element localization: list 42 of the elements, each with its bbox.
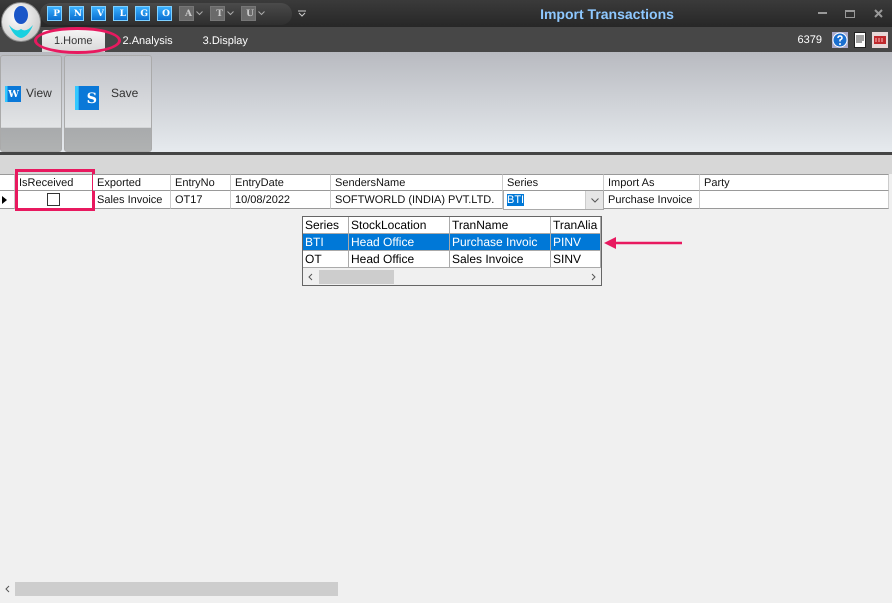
list-column-header: Series: [303, 217, 349, 234]
column-header[interactable]: Exported: [93, 174, 171, 191]
close-icon[interactable]: [874, 9, 882, 18]
row-header: [0, 174, 15, 191]
column-header[interactable]: EntryNo: [171, 174, 231, 191]
window-title: Import Transactions: [539, 6, 675, 22]
document-icon[interactable]: [854, 32, 866, 48]
checkbox[interactable]: [47, 193, 60, 206]
app-logo-icon[interactable]: [1, 2, 41, 42]
caret-icon: [227, 11, 234, 16]
row-pointer-icon: [2, 196, 7, 204]
list-column-header: TranName: [450, 217, 551, 234]
list-column-header: TranAlia: [551, 217, 601, 234]
ribbon-tab[interactable]: 2.Analysis: [110, 30, 185, 52]
help-icon[interactable]: [832, 32, 848, 48]
caret-icon: [258, 11, 265, 16]
column-header[interactable]: Series: [503, 174, 604, 191]
exit-icon[interactable]: [872, 32, 888, 48]
series-combo-field[interactable]: BTI: [503, 190, 604, 210]
caret-icon: [196, 11, 203, 16]
minimize-icon[interactable]: [818, 12, 826, 15]
table-cell: 10/08/2022: [231, 191, 331, 209]
ribbon-tab[interactable]: 3.Display: [190, 30, 260, 52]
table-cell: OT17: [171, 191, 231, 209]
overflow-icon[interactable]: [298, 10, 306, 18]
column-header[interactable]: SendersName: [331, 174, 503, 191]
column-header[interactable]: Import As: [604, 174, 700, 191]
column-header[interactable]: IsReceived: [15, 174, 93, 191]
list-row[interactable]: BTI Head Office Purchase Invoic PINV: [303, 234, 601, 251]
table-cell: Purchase Invoice: [604, 191, 700, 209]
ribbon-button[interactable]: S Save: [64, 55, 152, 152]
table-cell: Sales Invoice: [93, 191, 171, 209]
list-row[interactable]: OT Head Office Sales Invoice SINV: [303, 251, 601, 268]
maximize-icon[interactable]: [845, 10, 855, 18]
ribbon-button[interactable]: W View: [0, 55, 62, 152]
chevron-down-icon[interactable]: [590, 198, 598, 202]
list-column-header: StockLocation: [349, 217, 450, 234]
table-cell: SOFTWORLD (INDIA) PVT.LTD.: [331, 191, 503, 209]
row-selector[interactable]: [0, 191, 15, 209]
column-header[interactable]: EntryDate: [231, 174, 331, 191]
column-header[interactable]: Party: [700, 174, 889, 191]
user-code: 6379: [798, 34, 822, 46]
